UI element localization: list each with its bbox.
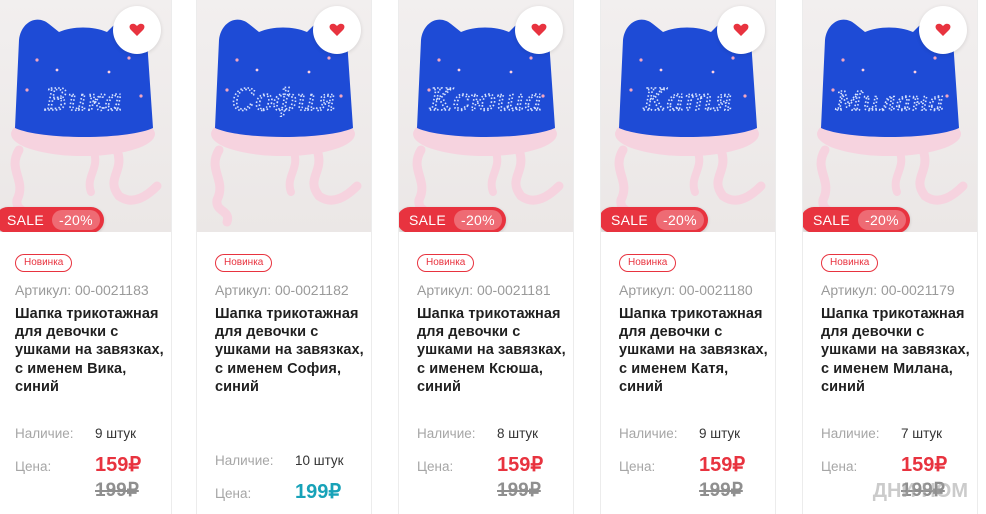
- heart-icon: [329, 23, 345, 36]
- product-sku: Артикул: 00-0021181: [417, 282, 551, 298]
- stock-value: 7 штук: [901, 426, 943, 441]
- heart-icon: [531, 23, 547, 36]
- price-label: Цена:: [619, 459, 656, 474]
- price-label: Цена:: [15, 459, 52, 474]
- sale-badge: SALE -20%: [399, 207, 506, 232]
- sale-label: SALE: [611, 212, 648, 228]
- stock-label: Наличие:: [619, 426, 678, 441]
- product-card[interactable]: Вика SALE -20% Новинка Артикул: 00-00211…: [0, 0, 172, 514]
- sale-badge: SALE -20%: [601, 207, 708, 232]
- product-info: Новинка Артикул: 00-0021180 Шапка трикот…: [619, 252, 769, 396]
- product-title-link[interactable]: Шапка трикотажная для девочки с ушками н…: [15, 305, 165, 396]
- favorite-button[interactable]: [515, 6, 563, 54]
- product-photo[interactable]: Катя SALE -20%: [601, 0, 775, 232]
- stock-label: Наличие:: [417, 426, 476, 441]
- heart-icon: [733, 23, 749, 36]
- stock-row: Наличие: 10 штук: [215, 453, 344, 468]
- stock-label: Наличие:: [821, 426, 880, 441]
- new-badge: Новинка: [417, 254, 475, 272]
- product-title-link[interactable]: Шапка трикотажная для девочки с ушками н…: [417, 305, 567, 396]
- product-sku: Артикул: 00-0021182: [215, 282, 349, 298]
- favorite-button[interactable]: [717, 6, 765, 54]
- price-label: Цена:: [215, 486, 252, 501]
- sale-label: SALE: [409, 212, 446, 228]
- new-badge: Новинка: [619, 254, 677, 272]
- favorite-button[interactable]: [313, 6, 361, 54]
- old-price: 199₽: [497, 480, 541, 501]
- old-price: 199₽: [699, 480, 743, 501]
- product-title-link[interactable]: Шапка трикотажная для девочки с ушками н…: [619, 305, 769, 396]
- hat-name-text: Вика: [44, 83, 122, 118]
- price-value: 159₽: [901, 454, 948, 476]
- price-row: Цена: 159₽: [619, 452, 745, 477]
- product-photo[interactable]: Вика SALE -20%: [0, 0, 171, 232]
- discount-label: -20%: [656, 210, 704, 230]
- heart-icon: [935, 23, 951, 36]
- stock-value: 9 штук: [95, 426, 137, 441]
- new-badge: Новинка: [15, 254, 73, 272]
- discount-label: -20%: [858, 210, 906, 230]
- product-sku: Артикул: 00-0021183: [15, 282, 149, 298]
- product-card[interactable]: Милана SALE -20% Новинка Артикул: 00-002…: [802, 0, 978, 514]
- product-sku: Артикул: 00-0021179: [821, 282, 955, 298]
- stock-row: Наличие: 9 штук: [15, 426, 136, 441]
- discount-label: -20%: [52, 210, 100, 230]
- sale-label: SALE: [813, 212, 850, 228]
- price-value: 199₽: [295, 481, 342, 503]
- product-card[interactable]: Катя SALE -20% Новинка Артикул: 00-00211…: [600, 0, 776, 514]
- price-value: 159₽: [95, 454, 142, 476]
- product-photo[interactable]: Милана SALE -20%: [803, 0, 977, 232]
- product-sku: Артикул: 00-0021180: [619, 282, 753, 298]
- new-badge: Новинка: [215, 254, 273, 272]
- sale-badge: SALE -20%: [0, 207, 104, 232]
- stock-label: Наличие:: [215, 453, 274, 468]
- price-row: Цена: 159₽: [821, 452, 947, 477]
- stock-row: Наличие: 7 штук: [821, 426, 942, 441]
- product-title-link[interactable]: Шапка трикотажная для девочки с ушками н…: [821, 305, 971, 396]
- product-info: Новинка Артикул: 00-0021181 Шапка трикот…: [417, 252, 567, 396]
- hat-name-text: Катя: [642, 83, 732, 118]
- stock-value: 10 штук: [295, 453, 344, 468]
- product-info: Новинка Артикул: 00-0021179 Шапка трикот…: [821, 252, 971, 396]
- product-card[interactable]: София Новинка Артикул: 00-0021182 Шапка …: [196, 0, 372, 514]
- new-badge: Новинка: [821, 254, 879, 272]
- stock-value: 8 штук: [497, 426, 539, 441]
- discount-label: -20%: [454, 210, 502, 230]
- hat-name-text: Ксюша: [429, 83, 543, 118]
- stock-row: Наличие: 9 штук: [619, 426, 740, 441]
- stock-value: 9 штук: [699, 426, 741, 441]
- product-photo[interactable]: София: [197, 0, 371, 232]
- hat-name-text: София: [232, 83, 336, 118]
- product-photo[interactable]: Ксюша SALE -20%: [399, 0, 573, 232]
- favorite-button[interactable]: [919, 6, 967, 54]
- price-value: 159₽: [497, 454, 544, 476]
- product-title-link[interactable]: Шапка трикотажная для девочки с ушками н…: [215, 305, 365, 396]
- price-row: Цена: 159₽: [417, 452, 543, 477]
- old-price: 199₽: [95, 480, 139, 501]
- product-info: Новинка Артикул: 00-0021182 Шапка трикот…: [215, 252, 365, 396]
- price-label: Цена:: [821, 459, 858, 474]
- watermark: ДНИ НОМ: [872, 480, 968, 502]
- stock-label: Наличие:: [15, 426, 74, 441]
- price-row: Цена: 159₽: [15, 452, 141, 477]
- price-value: 159₽: [699, 454, 746, 476]
- favorite-button[interactable]: [113, 6, 161, 54]
- product-card[interactable]: Ксюша SALE -20% Новинка Артикул: 00-0021…: [398, 0, 574, 514]
- price-label: Цена:: [417, 459, 454, 474]
- sale-badge: SALE -20%: [803, 207, 910, 232]
- product-info: Новинка Артикул: 00-0021183 Шапка трикот…: [15, 252, 165, 396]
- sale-label: SALE: [7, 212, 44, 228]
- price-row: Цена: 199₽: [215, 479, 341, 504]
- stock-row: Наличие: 8 штук: [417, 426, 538, 441]
- hat-name-text: Милана: [835, 87, 944, 117]
- heart-icon: [129, 23, 145, 36]
